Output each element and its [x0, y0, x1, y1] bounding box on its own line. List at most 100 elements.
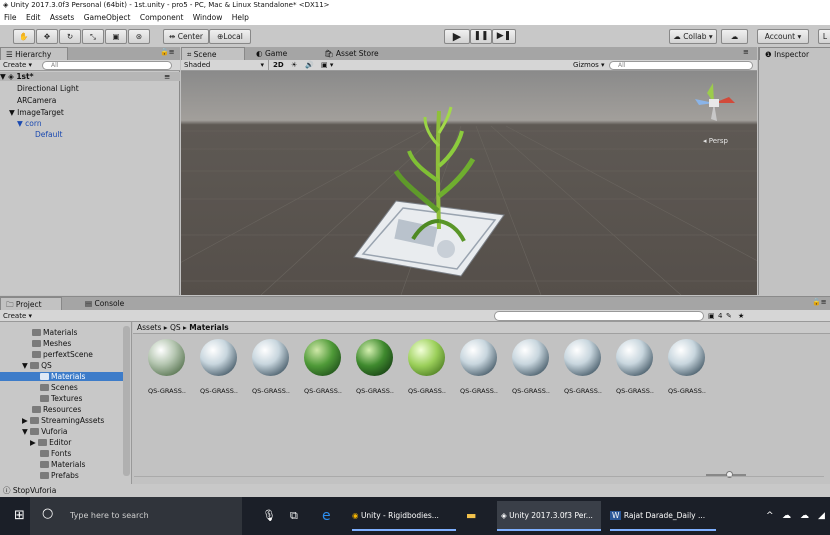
asset-material[interactable]: QS-GRASS.. — [609, 336, 661, 402]
breadcrumb-qs[interactable]: QS — [170, 323, 181, 332]
task-view-icon[interactable]: ⧉ — [290, 501, 298, 531]
tree-item-qs-materials[interactable]: Materials — [0, 372, 124, 381]
asset-material[interactable]: QS-GRASS.. — [505, 336, 557, 402]
favorite-star-icon[interactable]: ★ — [738, 310, 744, 322]
tree-item-resources[interactable]: Resources — [32, 405, 81, 414]
scene-viewport[interactable]: ◂ Persp — [181, 71, 757, 295]
asset-material[interactable]: QS-GRASS.. — [453, 336, 505, 402]
scene-search-input[interactable]: All — [609, 61, 753, 70]
menu-gameobject[interactable]: GameObject — [84, 13, 131, 22]
hierarchy-create-button[interactable]: Create ▾ — [3, 60, 32, 71]
gizmos-dropdown[interactable]: Gizmos ▾ — [573, 60, 605, 71]
hand-tool-icon[interactable]: ✋ — [13, 29, 35, 44]
taskbar-app-unity[interactable]: ◈ Unity 2017.3.0f3 Per... — [497, 501, 601, 531]
hierarchy-item-arcamera[interactable]: ARCamera — [17, 96, 56, 105]
persp-label[interactable]: ◂ Persp — [703, 137, 728, 145]
tree-item-vuforia-materials[interactable]: Materials — [40, 460, 85, 469]
project-create-button[interactable]: Create ▾ — [3, 310, 32, 322]
asset-label: QS-GRASS.. — [668, 387, 706, 395]
tray-chevron-icon[interactable]: ^ — [766, 501, 774, 531]
tree-item-qs[interactable]: ▼ QS — [22, 361, 52, 370]
tab-asset-store[interactable]: 🛍 Asset Store — [319, 47, 384, 60]
tree-item-fonts[interactable]: Fonts — [40, 449, 71, 458]
tree-scrollbar[interactable] — [123, 326, 130, 476]
asset-material[interactable]: QS-GRASS.. — [557, 336, 609, 402]
project-search-input[interactable] — [494, 311, 704, 321]
tab-project[interactable]: 🗀 Project — [0, 297, 62, 310]
panel-menu-icon[interactable]: 🔒≡ — [160, 48, 175, 56]
status-text[interactable]: StopVuforia — [13, 486, 56, 495]
asset-material[interactable]: QS-GRASS.. — [141, 336, 193, 402]
wifi-icon[interactable]: ◢ — [818, 501, 825, 531]
scene-panel-menu-icon[interactable]: ≡ — [743, 48, 749, 56]
lighting-toggle-icon[interactable]: ☀ — [291, 60, 297, 71]
cloud-icon[interactable]: ☁ — [721, 29, 748, 44]
2d-toggle[interactable]: 2D — [273, 60, 284, 71]
taskbar-app-chrome[interactable]: ◉ Unity - Rigidbodies... — [352, 501, 456, 531]
tab-hierarchy[interactable]: ☰ Hierarchy — [0, 47, 68, 60]
tree-item-perfextscene[interactable]: perfextScene — [32, 350, 93, 359]
tree-item-vuforia[interactable]: ▼ Vuforia — [22, 427, 68, 436]
tree-item-meshes[interactable]: Meshes — [32, 339, 71, 348]
transform-tool-icon[interactable]: ⊛ — [128, 29, 150, 44]
tree-item-textures[interactable]: Textures — [40, 394, 82, 403]
taskbar-app-word[interactable]: W Rajat Darade_Daily ... — [610, 501, 716, 531]
scale-tool-icon[interactable]: ⤡ — [82, 29, 104, 44]
hierarchy-item-default[interactable]: Default — [35, 130, 62, 139]
project-panel-menu-icon[interactable]: 🔒≡ — [812, 298, 827, 306]
space-local-button[interactable]: ⊕Local — [209, 29, 251, 44]
tab-scene[interactable]: ⌗ Scene — [181, 47, 245, 60]
menu-assets[interactable]: Assets — [50, 13, 74, 22]
hierarchy-item-corn[interactable]: ▼ corn — [17, 119, 42, 128]
cloud-sync-icon[interactable]: ☁ — [800, 501, 809, 531]
edge-browser-icon[interactable]: e — [322, 501, 331, 531]
play-button[interactable]: ▶ — [444, 29, 470, 44]
onedrive-icon[interactable]: ☁ — [782, 501, 791, 531]
windows-start-icon[interactable]: ⊞ — [14, 501, 25, 531]
rotate-tool-icon[interactable]: ↻ — [59, 29, 81, 44]
menu-window[interactable]: Window — [193, 13, 223, 22]
hierarchy-item-directional-light[interactable]: Directional Light — [17, 84, 79, 93]
file-explorer-icon[interactable]: ▬ — [466, 501, 476, 531]
collab-button[interactable]: ☁ Collab ▾ — [669, 29, 717, 44]
taskbar-search-box[interactable]: ○ Type here to search — [30, 497, 242, 535]
tab-game[interactable]: ◐ Game — [251, 47, 292, 60]
asset-material[interactable]: QS-GRASS.. — [349, 336, 401, 402]
breadcrumb-materials[interactable]: Materials — [189, 323, 229, 332]
tab-inspector[interactable]: ❶ Inspector — [759, 47, 830, 60]
asset-material[interactable]: QS-GRASS.. — [245, 336, 297, 402]
tree-item-materials[interactable]: Materials — [32, 328, 77, 337]
move-tool-icon[interactable]: ✥ — [36, 29, 58, 44]
menu-component[interactable]: Component — [140, 13, 184, 22]
pause-button[interactable]: ❚❚ — [470, 29, 492, 44]
asset-material[interactable]: QS-GRASS.. — [297, 336, 349, 402]
effects-dropdown-icon[interactable]: ▣ ▾ — [321, 60, 333, 71]
asset-material[interactable]: QS-GRASS.. — [401, 336, 453, 402]
step-button[interactable]: ▶❚ — [492, 29, 516, 44]
menu-help[interactable]: Help — [232, 13, 249, 22]
layers-button[interactable]: L — [818, 29, 830, 44]
asset-material[interactable]: QS-GRASS.. — [193, 336, 245, 402]
search-by-type-icon[interactable]: ▣ — [708, 310, 715, 322]
pivot-center-button[interactable]: ⇹ Center — [163, 29, 209, 44]
tree-item-prefabs[interactable]: Prefabs — [40, 471, 79, 480]
hierarchy-item-imagetarget[interactable]: ▼ ImageTarget — [9, 108, 64, 117]
asset-material[interactable]: QS-GRASS.. — [661, 336, 713, 402]
menu-edit[interactable]: Edit — [26, 13, 41, 22]
hierarchy-search-input[interactable]: All — [42, 61, 172, 70]
orientation-gizmo-icon[interactable] — [689, 79, 739, 127]
scene-menu-icon[interactable]: ≡ — [164, 72, 170, 81]
scene-root-item[interactable]: ▼ ◈ 1st* ≡ — [0, 72, 180, 81]
label-filter-icon[interactable]: ✎ — [726, 310, 732, 322]
tab-console[interactable]: ▤ Console — [80, 297, 129, 310]
account-button[interactable]: Account ▾ — [757, 29, 809, 44]
audio-toggle-icon[interactable]: 🔊 — [305, 60, 314, 71]
shading-mode-dropdown[interactable]: Shaded ▾ — [184, 60, 269, 71]
breadcrumb-assets[interactable]: Assets — [137, 323, 161, 332]
microphone-icon[interactable]: 🎙 — [262, 501, 276, 531]
tree-item-editor[interactable]: ▶ Editor — [30, 438, 71, 447]
tree-item-scenes[interactable]: Scenes — [40, 383, 78, 392]
rect-tool-icon[interactable]: ▣ — [105, 29, 127, 44]
tree-item-streamingassets[interactable]: ▶ StreamingAssets — [22, 416, 104, 425]
menu-file[interactable]: File — [4, 13, 17, 22]
